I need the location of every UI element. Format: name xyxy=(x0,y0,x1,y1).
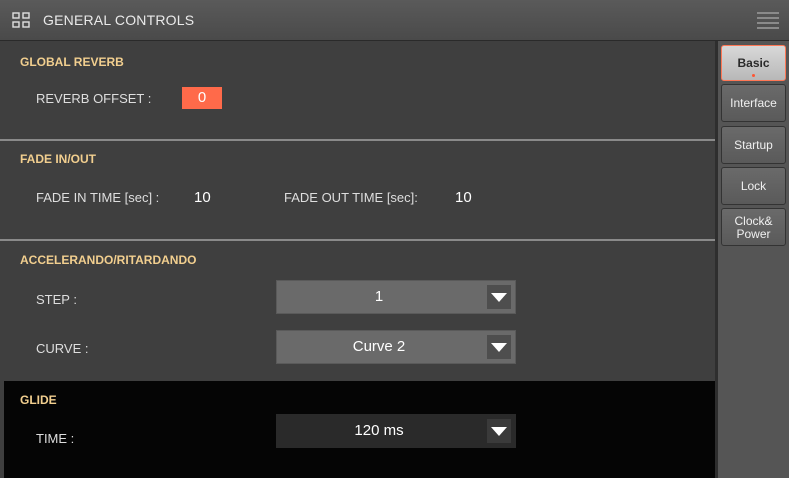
chevron-down-icon xyxy=(487,335,511,359)
fade-in-value[interactable]: 10 xyxy=(194,189,211,206)
tab-label: Startup xyxy=(734,138,773,152)
tab-basic[interactable]: Basic xyxy=(721,45,786,81)
global-reverb-title: GLOBAL REVERB xyxy=(20,55,124,69)
tab-clock-power[interactable]: Clock& Power xyxy=(721,208,786,246)
tab-startup[interactable]: Startup xyxy=(721,126,786,164)
accel-title: ACCELERANDO/RITARDANDO xyxy=(20,253,197,267)
curve-dropdown[interactable]: Curve 2 xyxy=(276,330,516,364)
glide-time-value: 120 ms xyxy=(354,422,404,439)
fade-in-label: FADE IN TIME [sec] : xyxy=(36,190,160,205)
active-indicator xyxy=(752,74,755,77)
glide-section: GLIDE TIME : 120 ms xyxy=(4,381,715,478)
tab-label: Lock xyxy=(740,179,767,193)
tab-label: Clock& Power xyxy=(734,214,773,241)
header-bar: GENERAL CONTROLS xyxy=(0,0,789,41)
curve-label: CURVE : xyxy=(36,341,89,356)
chevron-down-icon xyxy=(487,419,511,443)
divider xyxy=(0,239,715,241)
tab-lock[interactable]: Lock xyxy=(721,167,786,205)
curve-value: Curve 2 xyxy=(352,338,406,355)
fade-title: FADE IN/OUT xyxy=(20,152,97,166)
sidebar-tabs: Basic Interface Startup Lock Clock& Powe… xyxy=(715,41,789,478)
chevron-down-icon xyxy=(487,285,511,309)
step-dropdown[interactable]: 1 xyxy=(276,280,516,314)
grid-icon[interactable] xyxy=(12,12,30,28)
fade-out-value[interactable]: 10 xyxy=(455,189,472,206)
reverb-offset-value[interactable]: 0 xyxy=(182,87,222,109)
main-panel: GLOBAL REVERB REVERB OFFSET : 0 FADE IN/… xyxy=(0,41,715,478)
tab-label: Interface xyxy=(730,96,777,110)
tab-label: Basic xyxy=(737,56,770,70)
glide-time-label: TIME : xyxy=(36,431,75,446)
divider xyxy=(0,139,715,141)
menu-icon[interactable] xyxy=(757,11,779,29)
step-value: 1 xyxy=(374,288,384,305)
glide-time-dropdown[interactable]: 120 ms xyxy=(276,414,516,448)
step-label: STEP : xyxy=(36,292,77,307)
reverb-offset-label: REVERB OFFSET : xyxy=(36,91,152,106)
fade-out-label: FADE OUT TIME [sec]: xyxy=(284,190,418,205)
glide-title: GLIDE xyxy=(20,393,57,407)
tab-interface[interactable]: Interface xyxy=(721,84,786,122)
page-title: GENERAL CONTROLS xyxy=(43,12,195,28)
